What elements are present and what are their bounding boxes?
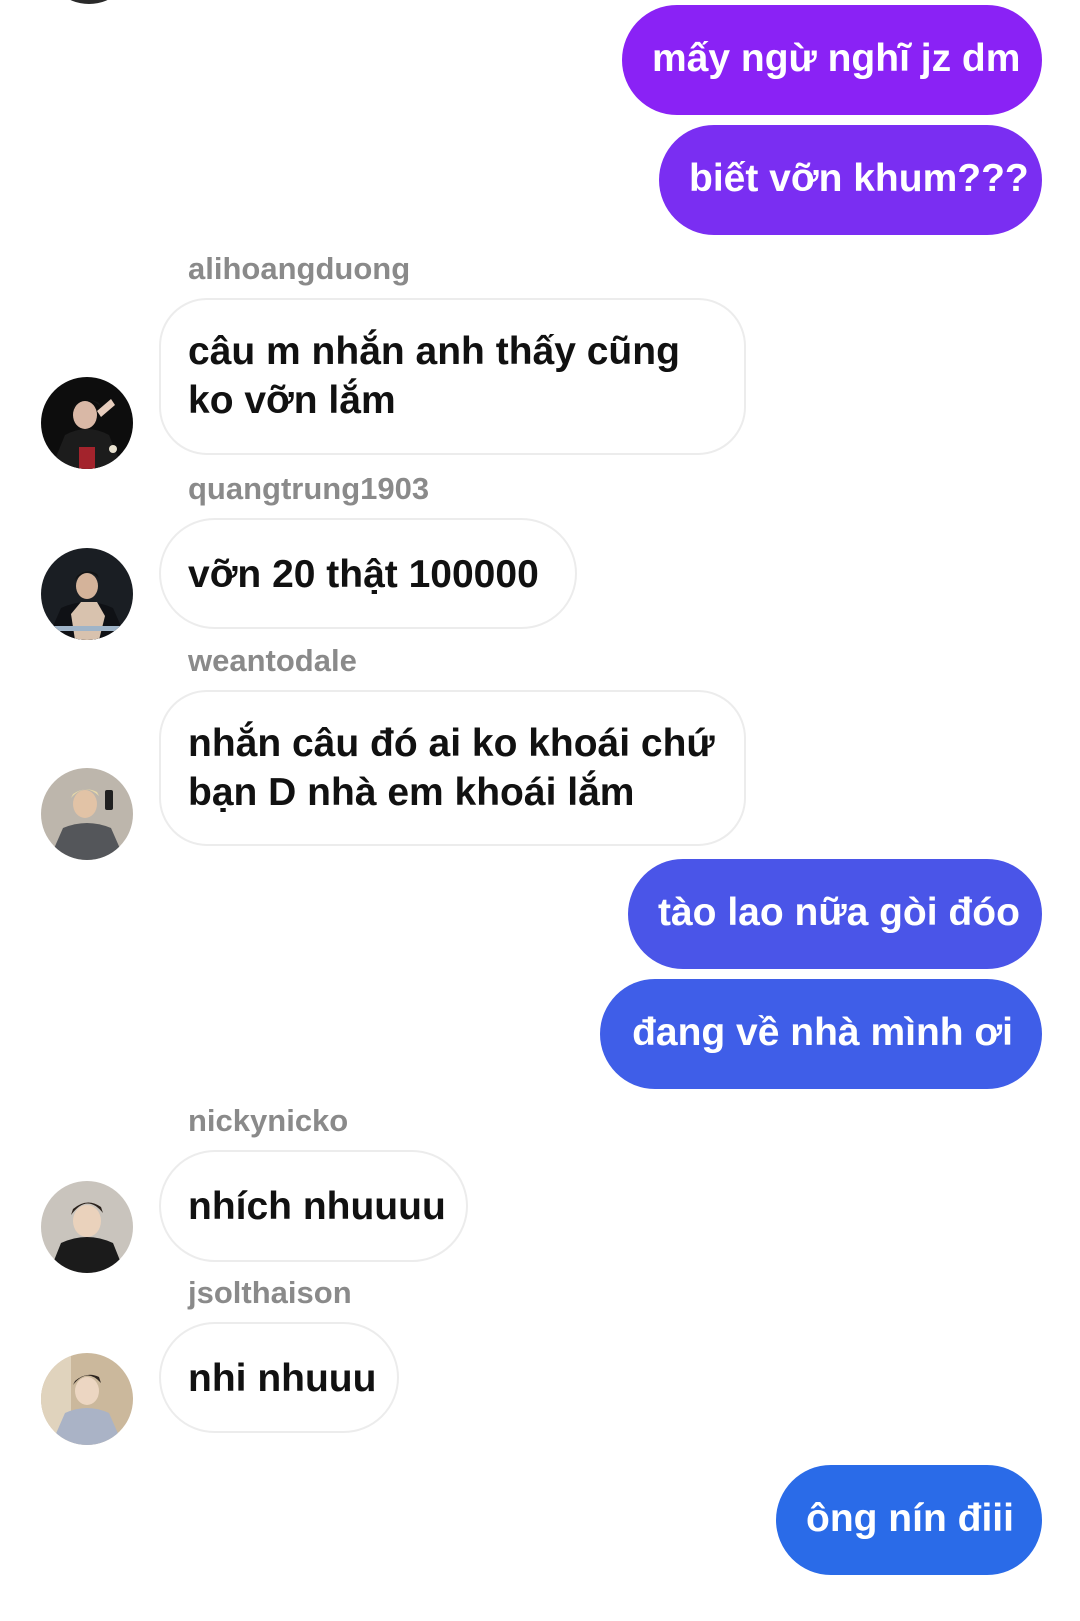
message-text: nhi nhuuu [188, 1357, 377, 1400]
message-text: ông nín điii [806, 1497, 1014, 1540]
sender-name: nickynicko [188, 1103, 349, 1138]
partial-avatar-top[interactable] [44, 0, 134, 4]
message-text: đang về nhà mình ơi [632, 1011, 1013, 1054]
incoming-message[interactable]: nhích nhuuuu [159, 1150, 468, 1262]
message-text: nhích nhuuuu [188, 1185, 446, 1228]
sender-name: jsolthaison [188, 1275, 352, 1310]
message-text-line: ko vỡn lắm [188, 379, 396, 422]
incoming-message[interactable]: câu m nhắn anh thấy cũng ko vỡn lắm [159, 298, 746, 455]
incoming-message[interactable]: nhắn câu đó ai ko khoái chứ bạn D nhà em… [159, 690, 746, 846]
outgoing-message[interactable]: đang về nhà mình ơi [600, 979, 1042, 1089]
alihoangduong-avatar[interactable] [41, 377, 133, 469]
sender-name: alihoangduong [188, 251, 411, 286]
incoming-message[interactable]: nhi nhuuu [159, 1322, 399, 1433]
message-text: biết vỡn khum??? [689, 157, 1029, 200]
incoming-message[interactable]: vỡn 20 thật 100000 [159, 518, 577, 629]
message-text-line: câu m nhắn anh thấy cũng [188, 330, 680, 373]
jsolthaison-avatar[interactable] [41, 1353, 133, 1445]
outgoing-message[interactable]: mấy ngừ nghĩ jz dm [622, 5, 1042, 115]
sender-name: quangtrung1903 [188, 471, 430, 506]
weantodale-avatar[interactable] [41, 768, 133, 860]
message-text-line: nhắn câu đó ai ko khoái chứ [188, 722, 715, 765]
message-text: tào lao nữa gòi đóo [658, 891, 1020, 934]
outgoing-message[interactable]: biết vỡn khum??? [659, 125, 1042, 235]
nickynicko-avatar[interactable] [41, 1181, 133, 1273]
message-text-line: bạn D nhà em khoái lắm [188, 771, 635, 814]
message-text: mấy ngừ nghĩ jz dm [652, 37, 1021, 80]
outgoing-message[interactable]: tào lao nữa gòi đóo [628, 859, 1042, 969]
sender-name: weantodale [188, 643, 357, 678]
outgoing-message[interactable]: ông nín điii [776, 1465, 1042, 1575]
message-text: vỡn 20 thật 100000 [188, 553, 539, 596]
quangtrung1903-avatar[interactable] [41, 548, 133, 640]
